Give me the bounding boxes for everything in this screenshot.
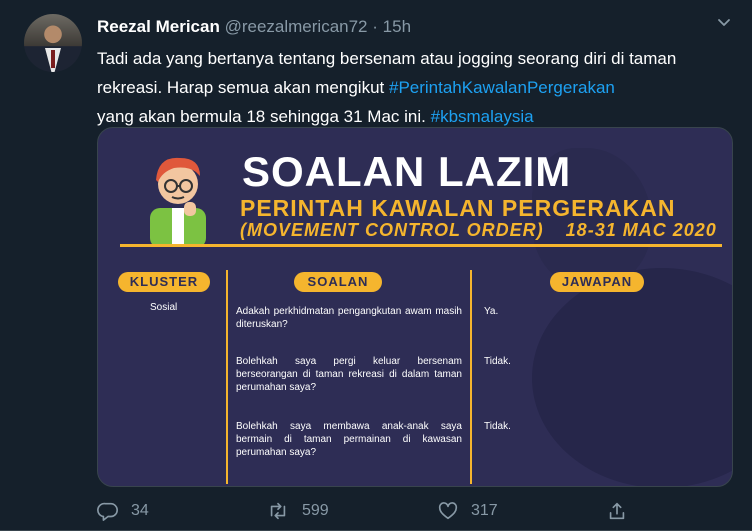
share-icon bbox=[609, 502, 625, 520]
avatar[interactable] bbox=[24, 14, 82, 72]
answer-cell: Tidak. bbox=[484, 356, 511, 367]
hashtag-link[interactable]: #PerintahKawalanPergerakan bbox=[389, 78, 615, 97]
header-answer: JAWAPAN bbox=[550, 272, 644, 292]
background-shape bbox=[532, 268, 732, 486]
tweet-header: Reezal Merican @reezalmerican72 · 15h bbox=[97, 16, 411, 38]
card-title: SOALAN LAZIM bbox=[242, 148, 572, 195]
question-cell: Bolehkah saya membawa anak-anak saya ber… bbox=[236, 421, 462, 458]
tweet-text-part2: yang akan bermula 18 sehingga 31 Mac ini… bbox=[97, 107, 431, 126]
media-image[interactable]: SOALAN LAZIM PERINTAH KAWALAN PERGERAKAN… bbox=[97, 127, 733, 487]
author-name[interactable]: Reezal Merican bbox=[97, 17, 220, 36]
thinking-person-illustration bbox=[150, 157, 206, 246]
like-count: 317 bbox=[471, 502, 498, 519]
separator: · bbox=[372, 17, 378, 36]
divider bbox=[120, 244, 722, 247]
reply-button[interactable]: 34 bbox=[97, 500, 149, 522]
hashtag-link[interactable]: #kbsmalaysia bbox=[431, 107, 534, 126]
date-range: 18-31 MAC 2020 bbox=[565, 220, 717, 240]
retweet-icon bbox=[270, 502, 286, 520]
cluster-value: Sosial bbox=[150, 302, 178, 313]
card-subtitle-en: (MOVEMENT CONTROL ORDER) 18-31 MAC 2020 bbox=[240, 220, 717, 241]
avatar-tie bbox=[51, 50, 55, 68]
card-subtitle: PERINTAH KAWALAN PERGERAKAN bbox=[240, 195, 676, 221]
question-cell: Adakah perkhidmatan pengangkutan awam ma… bbox=[236, 306, 462, 330]
retweet-count: 599 bbox=[302, 502, 329, 519]
answer-cell: Ya. bbox=[484, 306, 499, 317]
header-cluster: KLUSTER bbox=[118, 272, 210, 292]
question-cell: Bolehkah saya pergi keluar bersenam bers… bbox=[236, 356, 462, 393]
chevron-down-icon[interactable] bbox=[716, 14, 732, 35]
share-button[interactable] bbox=[606, 500, 640, 522]
column-divider bbox=[226, 270, 228, 484]
reply-icon bbox=[97, 502, 118, 521]
subtitle-english: (MOVEMENT CONTROL ORDER) bbox=[240, 220, 544, 240]
answer-cell: Tidak. bbox=[484, 421, 511, 432]
tweet-text: Tadi ada yang bertanya tentang bersenam … bbox=[97, 44, 737, 131]
tweet[interactable]: Reezal Merican @reezalmerican72 · 15h Ta… bbox=[0, 0, 752, 531]
retweet-button[interactable]: 599 bbox=[266, 500, 329, 522]
like-button[interactable]: 317 bbox=[437, 500, 498, 522]
like-icon bbox=[438, 502, 458, 520]
author-handle[interactable]: @reezalmerican72 bbox=[225, 17, 368, 36]
tweet-time[interactable]: 15h bbox=[383, 17, 411, 36]
reply-count: 34 bbox=[131, 502, 149, 519]
header-question: SOALAN bbox=[294, 272, 382, 292]
column-divider bbox=[470, 270, 472, 484]
